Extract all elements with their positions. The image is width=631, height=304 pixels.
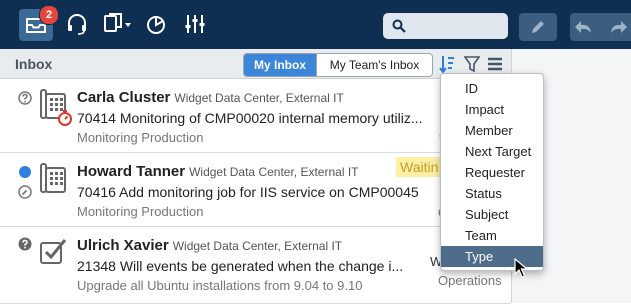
sort-option-id[interactable]: ID <box>441 78 543 99</box>
request-subject: 70414 Monitoring of CMP00020 internal me… <box>77 110 423 126</box>
top-toolbar: 2 <box>0 0 631 49</box>
inbox-count-badge: 2 <box>39 5 59 25</box>
checkbox-task-icon <box>40 239 67 264</box>
filter-button[interactable] <box>462 53 482 75</box>
request-project: Monitoring Production <box>77 204 204 219</box>
hamburger-menu-icon <box>488 57 502 71</box>
sort-button[interactable] <box>437 53 457 75</box>
sort-option-subject[interactable]: Subject <box>441 204 543 225</box>
inbox-segmented-control: My Inbox My Team's Inbox <box>243 53 433 77</box>
search-icon <box>392 19 406 33</box>
requester-org: Widget Data Center, External IT <box>172 239 343 253</box>
inbox-button[interactable]: 2 <box>19 5 59 41</box>
menu-button[interactable] <box>485 53 505 75</box>
sort-option-member[interactable]: Member <box>441 120 543 141</box>
filter-funnel-icon <box>464 56 480 73</box>
request-project: Upgrade all Ubuntu installations from 9.… <box>77 278 363 293</box>
headset-button[interactable] <box>62 8 92 40</box>
desk-phone-icon <box>40 163 66 193</box>
request-row[interactable]: Carla Cluster Widget Data Center, Externa… <box>0 79 511 153</box>
row-right-text: Operations <box>438 273 502 288</box>
new-document-button[interactable] <box>100 8 134 40</box>
tab-my-teams-inbox[interactable]: My Team's Inbox <box>316 54 432 76</box>
request-subject: 21348 Will events be generated when the … <box>77 258 404 274</box>
sort-option-requester[interactable]: Requester <box>441 162 543 183</box>
edit-button[interactable] <box>519 13 557 41</box>
request-subject: 70416 Add monitoring job for IIS service… <box>77 184 419 200</box>
settings-button[interactable] <box>180 8 210 40</box>
forward-arrow-icon <box>610 21 627 33</box>
reply-button[interactable] <box>570 13 631 41</box>
stopwatch-icon <box>58 110 72 126</box>
pencil-icon <box>532 21 544 33</box>
sort-dropdown-menu: ID Impact Member Next Target Requester S… <box>440 73 544 271</box>
requester-name: Howard Tanner Widget Data Center, Externa… <box>77 163 359 180</box>
copy-documents-icon <box>104 13 131 32</box>
question-filled-icon <box>18 237 32 251</box>
status-badge: Waitin <box>396 157 443 177</box>
question-icon <box>18 91 32 105</box>
request-row[interactable]: Howard Tanner Widget Data Center, Externa… <box>0 153 511 227</box>
tab-my-inbox[interactable]: My Inbox <box>244 54 316 76</box>
reply-arrow-icon <box>574 21 591 33</box>
search-box[interactable] <box>383 13 508 39</box>
sort-option-status[interactable]: Status <box>441 183 543 204</box>
requester-name: Ulrich Xavier Widget Data Center, Externa… <box>77 237 343 254</box>
headset-icon <box>68 14 86 35</box>
requester-name: Carla Cluster Widget Data Center, Externa… <box>77 89 344 106</box>
sort-option-impact[interactable]: Impact <box>441 99 543 120</box>
mouse-cursor-icon <box>514 258 528 278</box>
status-dot-icon <box>19 166 31 178</box>
search-input[interactable] <box>411 16 505 38</box>
requester-org: Widget Data Center, External IT <box>174 91 344 105</box>
sort-icon <box>439 56 454 74</box>
sort-option-team[interactable]: Team <box>441 225 543 246</box>
sliders-icon <box>185 15 205 33</box>
reports-button[interactable] <box>141 8 171 40</box>
pie-chart-icon <box>147 16 165 34</box>
request-project: Monitoring Production <box>77 130 204 145</box>
sort-option-next-target[interactable]: Next Target <box>441 141 543 162</box>
wrench-icon <box>18 185 32 199</box>
inbox-title: Inbox <box>15 56 53 72</box>
request-row[interactable]: Ulrich Xavier Widget Data Center, Externa… <box>0 227 511 304</box>
inbox-header: Inbox My Inbox My Team's Inbox <box>0 49 511 79</box>
requester-org: Widget Data Center, External IT <box>189 165 359 179</box>
